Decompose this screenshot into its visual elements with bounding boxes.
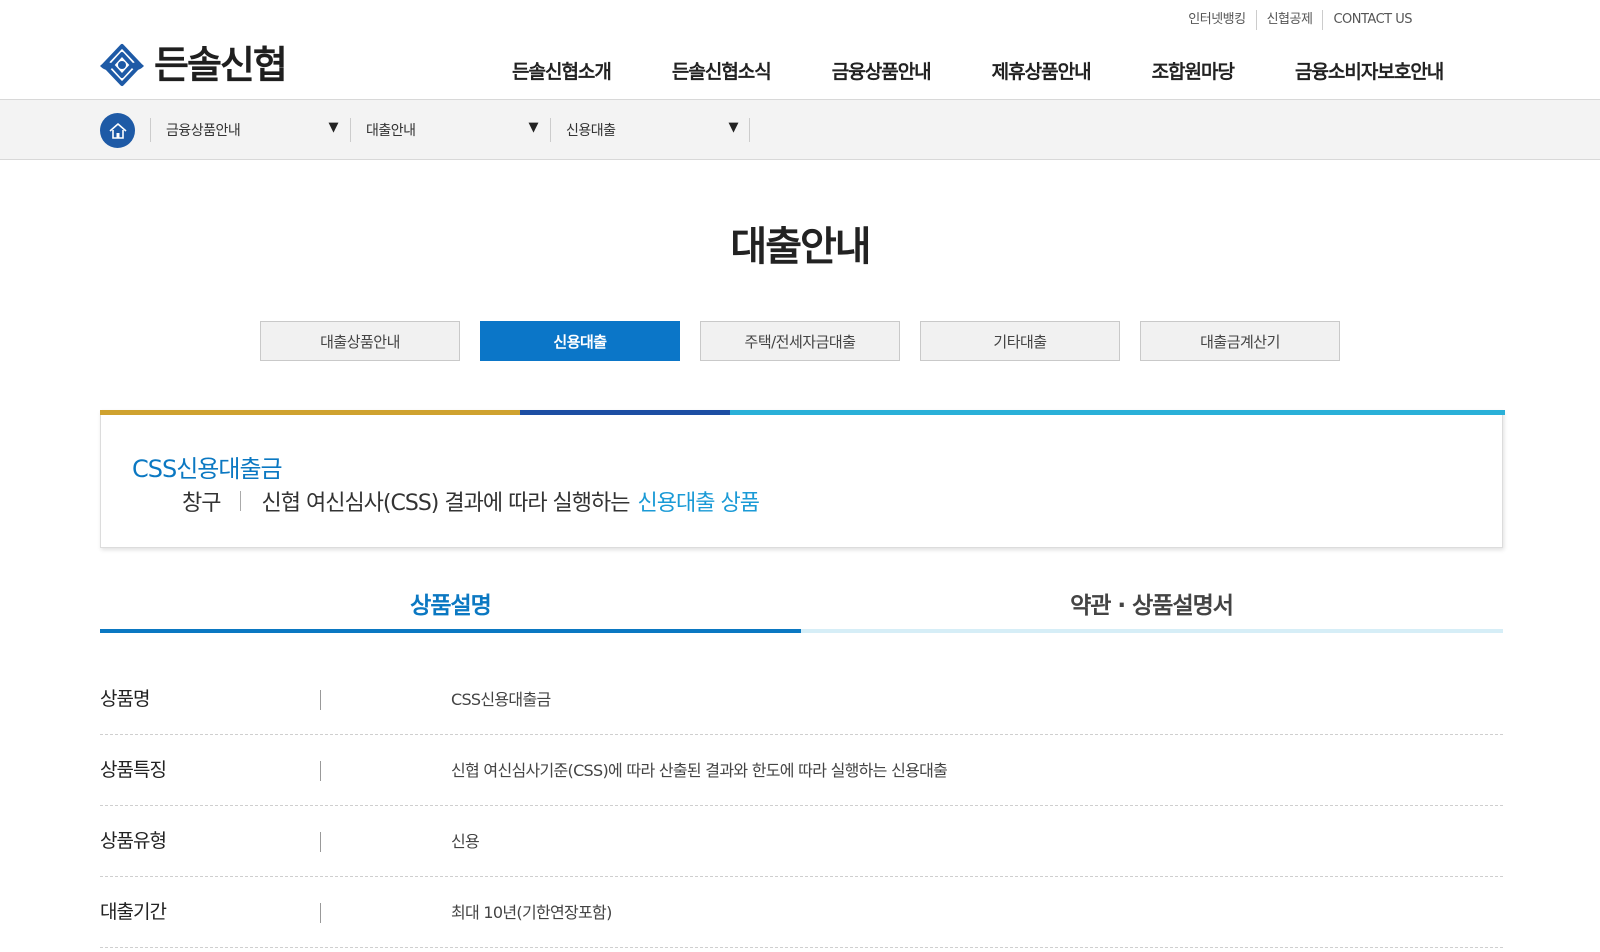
product-channel: 창구 (182, 491, 221, 516)
location-depth3-label: 신용대출 (566, 123, 616, 139)
info-label: 상품유형 (100, 830, 167, 852)
accent-bar-gold (100, 410, 520, 415)
contact-us-link[interactable]: CONTACT US (1323, 10, 1422, 30)
chevron-down-icon: ▼ (528, 120, 539, 135)
gnb-item-finance[interactable]: 금융상품안내 (832, 57, 932, 84)
info-row: 상품특징 신협 여신심사기준(CSS)에 따라 산출된 결과와 한도에 따라 실… (100, 735, 1503, 806)
gnb-item-partner[interactable]: 제휴상품안내 (992, 57, 1092, 84)
location-divider (749, 118, 750, 142)
info-row: 상품유형 신용 (100, 806, 1503, 877)
product-desc-highlight: 신용대출 상품 (637, 491, 760, 516)
location-dropdown-depth2[interactable]: 대출안내 ▼ (350, 118, 550, 142)
product-desc-text: 신협 여신심사(CSS) 결과에 따라 실행하는 (261, 491, 630, 516)
home-button[interactable] (100, 113, 135, 148)
tab-product-description[interactable]: 상품설명 (100, 586, 801, 620)
product-name: CSS신용대출금 (132, 455, 283, 483)
location-dropdown-depth1[interactable]: 금융상품안내 ▼ (150, 118, 350, 142)
info-label: 대출기간 (100, 901, 167, 923)
page-title: 대출안내 (730, 224, 871, 270)
info-row: 상품명 CSS신용대출금 (100, 664, 1503, 735)
info-divider (320, 903, 321, 923)
gnb-item-members[interactable]: 조합원마당 (1152, 57, 1235, 84)
info-label: 상품명 (100, 688, 150, 710)
location-dropdown-depth3[interactable]: 신용대출 ▼ (550, 118, 750, 142)
tab-active-underline (100, 629, 801, 633)
subtab-housing-loan[interactable]: 주택/전세자금대출 (700, 321, 900, 361)
desc-divider (240, 491, 242, 511)
chevron-down-icon: ▼ (728, 120, 739, 135)
internet-banking-link[interactable]: 인터넷뱅킹 (1178, 10, 1255, 30)
sub-tabs: 대출상품안내 신용대출 주택/전세자금대출 기타대출 대출금계산기 (260, 321, 1340, 361)
subtab-loan-calculator[interactable]: 대출금계산기 (1140, 321, 1340, 361)
info-value: 신협 여신심사기준(CSS)에 따라 산출된 결과와 한도에 따라 실행하는 신… (451, 761, 948, 780)
subtab-other-loan[interactable]: 기타대출 (920, 321, 1120, 361)
info-divider (320, 832, 321, 852)
info-label: 상품특징 (100, 759, 167, 781)
info-value: CSS신용대출금 (451, 690, 551, 709)
location-depth2-label: 대출안내 (366, 123, 416, 139)
info-row: 대출기간 최대 10년(기한연장포함) (100, 877, 1503, 948)
chevron-down-icon: ▼ (328, 120, 339, 135)
info-value: 신용 (451, 832, 480, 851)
subtab-loan-products[interactable]: 대출상품안내 (260, 321, 460, 361)
location-bar: 금융상품안내 ▼ 대출안내 ▼ 신용대출 ▼ (0, 99, 1600, 160)
utility-nav: 인터넷뱅킹 신협공제 CONTACT US (1178, 10, 1422, 30)
location-depth1-label: 금융상품안내 (166, 123, 241, 139)
gnb-item-consumer[interactable]: 금융소비자보호안내 (1295, 57, 1444, 84)
accent-bar-navy (520, 410, 730, 415)
insurance-link[interactable]: 신협공제 (1257, 10, 1323, 30)
product-summary-box: CSS신용대출금 창구 신협 여신심사(CSS) 결과에 따라 실행하는 신용대… (100, 410, 1505, 548)
gnb-item-about[interactable]: 든솔신협소개 (512, 57, 612, 84)
accent-bar-sky (730, 410, 1505, 415)
global-nav: 든솔신협소개 든솔신협소식 금융상품안내 제휴상품안내 조합원마당 금융소비자보… (512, 57, 1444, 84)
logo-text: 든솔신협 (154, 43, 288, 87)
logo-emblem-icon (100, 44, 144, 86)
home-icon (108, 122, 127, 139)
info-divider (320, 761, 321, 781)
subtab-credit-loan[interactable]: 신용대출 (480, 321, 680, 361)
tab-terms-documents[interactable]: 약관 · 상품설명서 (801, 586, 1502, 620)
info-divider (320, 690, 321, 710)
tab-inactive-underline (801, 629, 1503, 633)
info-value: 최대 10년(기한연장포함) (451, 903, 612, 922)
site-logo[interactable]: 든솔신협 (98, 42, 288, 88)
product-description: 창구 신협 여신심사(CSS) 결과에 따라 실행하는 신용대출 상품 (182, 485, 760, 517)
gnb-item-news[interactable]: 든솔신협소식 (672, 57, 772, 84)
